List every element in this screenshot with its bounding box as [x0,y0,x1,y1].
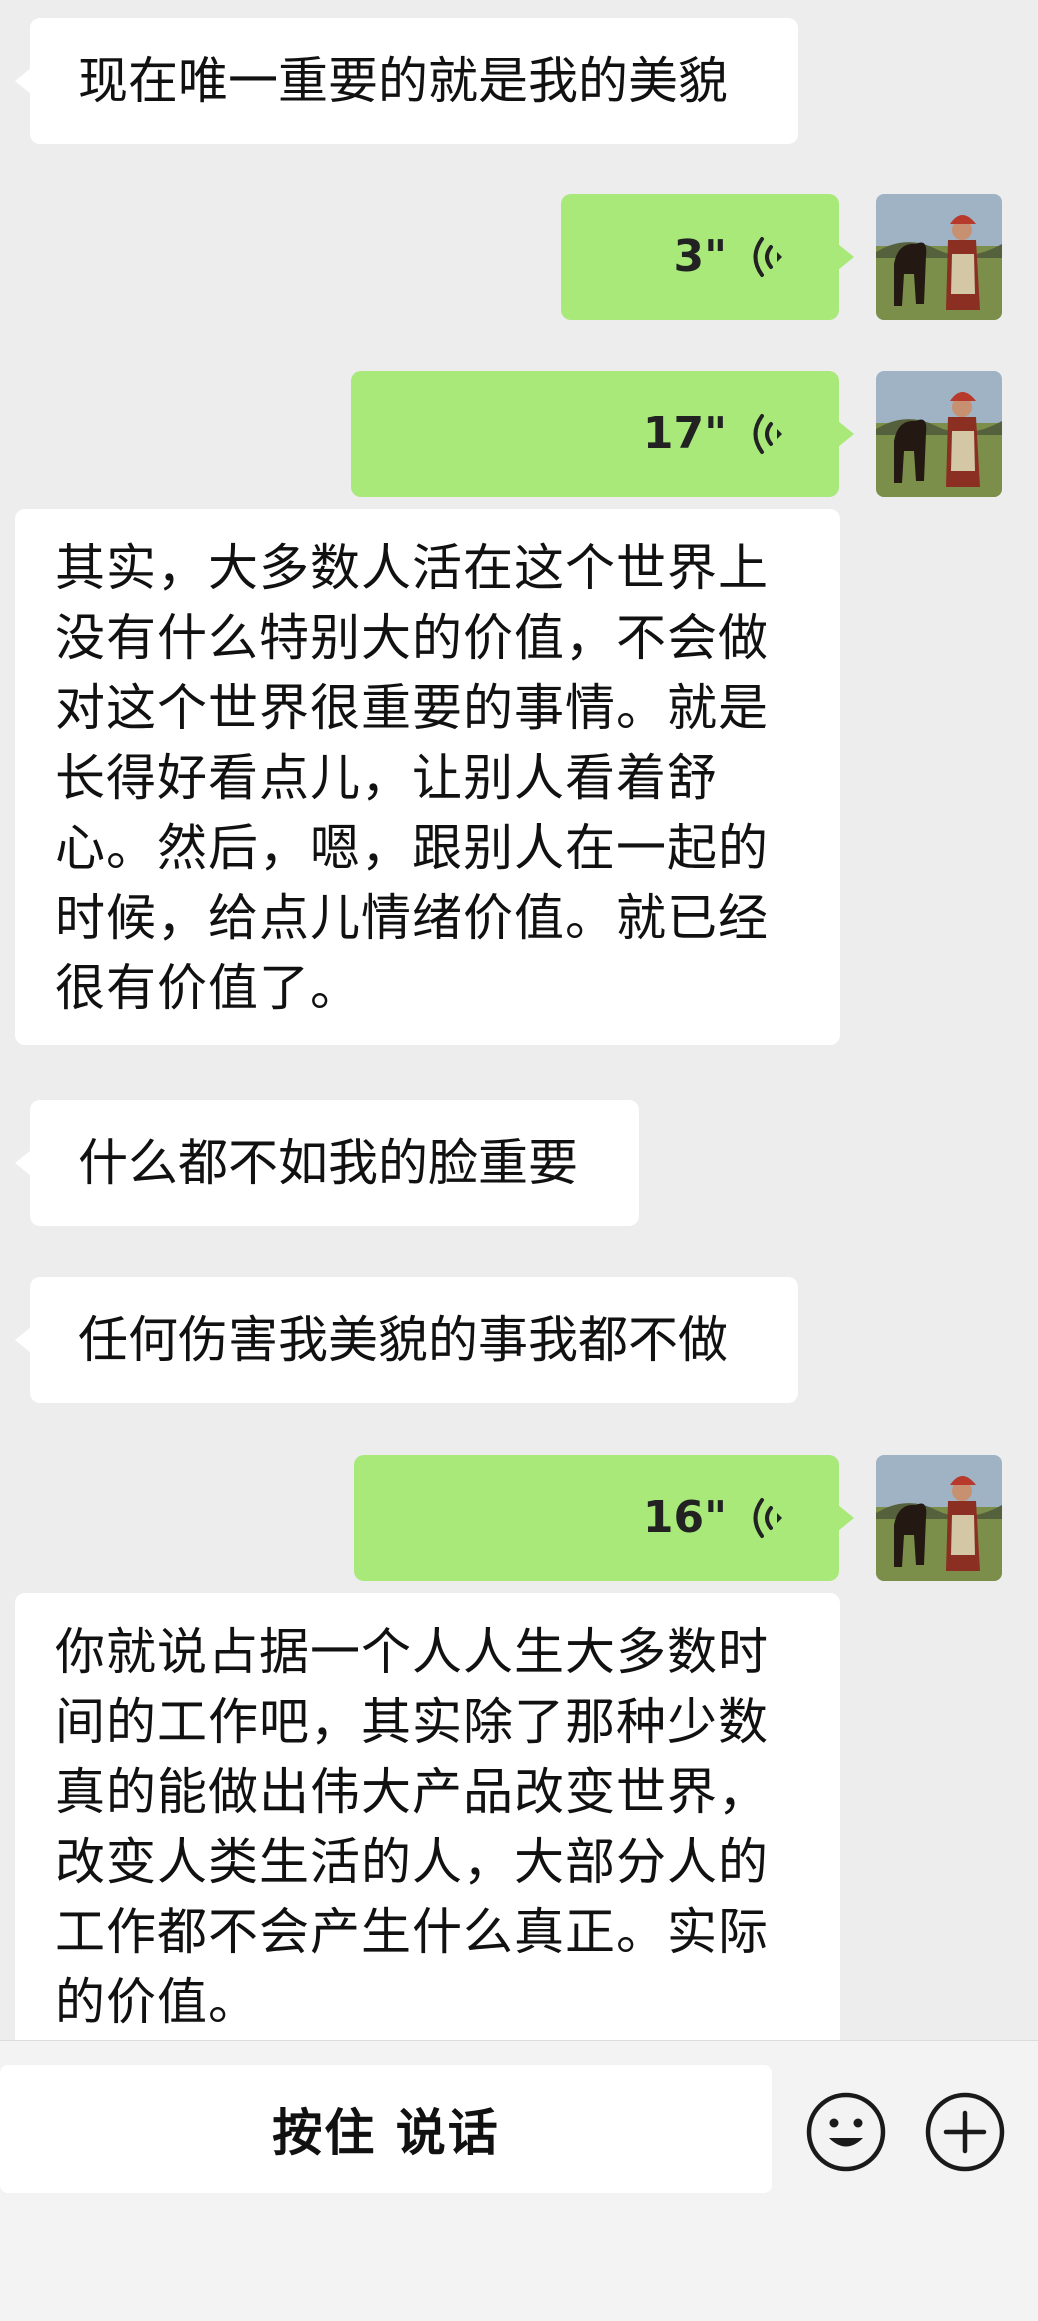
message-text: 什么都不如我的脸重要 [78,1134,578,1192]
avatar[interactable] [876,194,1002,320]
message-line: 心。然后，嗯，跟别人在一起的 [55,819,769,877]
message-line: 没有什么特别大的价值，不会做 [55,609,769,667]
voice-wave-icon [753,1498,782,1538]
voice-message[interactable]: 17" [351,371,854,497]
incoming-message[interactable]: 其实，大多数人活在这个世界上 没有什么特别大的价值，不会做 对这个世界很重要的事… [15,509,840,1045]
message-line: 工作都不会产生什么真正。实际 [55,1903,769,1961]
message-line: 的价值。 [55,1973,259,2031]
incoming-message[interactable]: 什么都不如我的脸重要 [15,1100,639,1226]
message-text: 现在唯一重要的就是我的美貌 [78,52,728,110]
message-line: 间的工作吧，其实除了那种少数 [55,1693,769,1751]
message-line: 长得好看点儿，让别人看着舒 [55,749,718,807]
incoming-message[interactable]: 现在唯一重要的就是我的美貌 [15,18,798,144]
avatar[interactable] [876,371,1002,497]
hold-to-talk-button[interactable]: 按住 说话 [0,2065,772,2193]
voice-message[interactable]: 3" [561,194,854,320]
voice-message[interactable]: 16" [354,1455,854,1581]
voice-duration: 3" [673,231,727,282]
message-line: 改变人类生活的人，大部分人的 [55,1833,769,1891]
incoming-message[interactable]: 你就说占据一个人人生大多数时 间的工作吧，其实除了那种少数 真的能做出伟大产品改… [15,1593,840,2040]
voice-wave-icon [753,414,782,454]
voice-wave-icon [753,237,782,277]
message-line: 很有价值了。 [55,959,361,1017]
avatar[interactable] [876,1455,1002,1581]
message-text: 任何伤害我美貌的事我都不做 [78,1311,728,1369]
plus-circle-icon[interactable] [924,2091,1006,2173]
message-line: 你就说占据一个人人生大多数时 [55,1623,769,1681]
message-line: 真的能做出伟大产品改变世界， [55,1763,769,1821]
incoming-message[interactable]: 任何伤害我美貌的事我都不做 [15,1277,798,1403]
message-line: 时候，给点儿情绪价值。就已经 [55,889,769,947]
message-line: 对这个世界很重要的事情。就是 [55,679,769,737]
smiley-face-icon[interactable] [805,2091,887,2173]
chat-area[interactable]: 现在唯一重要的就是我的美貌 3" 17" 其实，大多数人活在这个世界上 没有什么… [0,0,1038,2040]
voice-duration: 16" [642,1492,727,1543]
voice-duration: 17" [642,408,727,459]
input-bar: 按住 说话 [0,2040,1038,2321]
message-line: 其实，大多数人活在这个世界上 [55,539,769,597]
